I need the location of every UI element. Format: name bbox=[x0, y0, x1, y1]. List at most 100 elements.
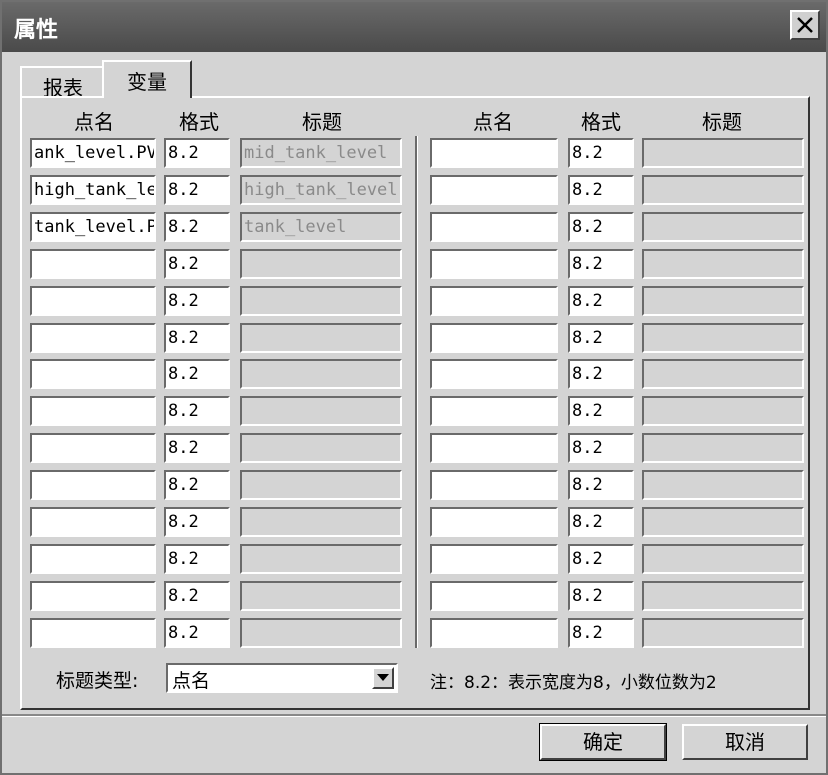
left-format-input[interactable]: 8.2 bbox=[164, 212, 230, 242]
properties-dialog: 属性 报表 变量 点名 格式 标题 点名 格式 标题 ank_level.PV 8… bbox=[0, 0, 828, 775]
right-format-input[interactable]: 8.2 bbox=[568, 175, 634, 205]
right-format-input[interactable]: 8.2 bbox=[568, 433, 634, 463]
right-caption-field bbox=[642, 249, 804, 279]
left-col-format-header: 格式 bbox=[179, 110, 219, 134]
right-point-name-input[interactable] bbox=[430, 618, 558, 648]
close-button[interactable] bbox=[790, 10, 820, 40]
left-caption-field bbox=[240, 396, 402, 426]
cancel-button[interactable]: 取消 bbox=[682, 724, 808, 760]
right-caption-field bbox=[642, 618, 804, 648]
left-point-name-input[interactable] bbox=[30, 323, 156, 353]
window-title: 属性 bbox=[14, 18, 59, 43]
right-point-name-input[interactable] bbox=[430, 359, 558, 389]
left-format-input[interactable]: 8.2 bbox=[164, 323, 230, 353]
right-caption-field bbox=[642, 359, 804, 389]
format-note: 注：8.2：表示宽度为8，小数位数为2 bbox=[430, 673, 717, 693]
left-caption-field bbox=[240, 507, 402, 537]
left-point-name-input[interactable] bbox=[30, 433, 156, 463]
left-caption-field: high_tank_level bbox=[240, 175, 402, 205]
right-point-name-input[interactable] bbox=[430, 470, 558, 500]
right-point-name-input[interactable] bbox=[430, 581, 558, 611]
left-caption-field bbox=[240, 581, 402, 611]
right-caption-field bbox=[642, 507, 804, 537]
left-point-name-input[interactable] bbox=[30, 249, 156, 279]
left-caption-field bbox=[240, 323, 402, 353]
right-format-input[interactable]: 8.2 bbox=[568, 544, 634, 574]
right-point-name-input[interactable] bbox=[430, 544, 558, 574]
right-caption-field bbox=[642, 286, 804, 316]
left-caption-field bbox=[240, 544, 402, 574]
right-format-input[interactable]: 8.2 bbox=[568, 286, 634, 316]
ok-button[interactable]: 确定 bbox=[539, 723, 667, 761]
left-point-name-input[interactable] bbox=[30, 618, 156, 648]
right-format-input[interactable]: 8.2 bbox=[568, 396, 634, 426]
left-format-input[interactable]: 8.2 bbox=[164, 396, 230, 426]
right-format-input[interactable]: 8.2 bbox=[568, 581, 634, 611]
left-caption-field: mid_tank_level bbox=[240, 138, 402, 168]
left-format-input[interactable]: 8.2 bbox=[164, 359, 230, 389]
right-format-input[interactable]: 8.2 bbox=[568, 249, 634, 279]
right-point-name-input[interactable] bbox=[430, 138, 558, 168]
left-point-name-input[interactable]: ank_level.PV bbox=[30, 138, 156, 168]
left-point-name-input[interactable] bbox=[30, 286, 156, 316]
tab-report[interactable]: 报表 bbox=[20, 66, 104, 100]
caption-type-value: 点名 bbox=[172, 670, 211, 692]
left-point-name-input[interactable]: high_tank_le bbox=[30, 175, 156, 205]
left-format-input[interactable]: 8.2 bbox=[164, 138, 230, 168]
right-point-name-input[interactable] bbox=[430, 323, 558, 353]
dropdown-button[interactable] bbox=[372, 667, 394, 689]
right-format-input[interactable]: 8.2 bbox=[568, 138, 634, 168]
right-caption-field bbox=[642, 175, 804, 205]
right-format-input[interactable]: 8.2 bbox=[568, 507, 634, 537]
title-bar[interactable]: 属性 bbox=[2, 2, 826, 52]
left-caption-field: tank_level bbox=[240, 212, 402, 242]
left-format-input[interactable]: 8.2 bbox=[164, 618, 230, 648]
left-caption-field bbox=[240, 286, 402, 316]
right-caption-field bbox=[642, 396, 804, 426]
tab-variables[interactable]: 变量 bbox=[102, 60, 192, 98]
left-format-input[interactable]: 8.2 bbox=[164, 175, 230, 205]
right-format-input[interactable]: 8.2 bbox=[568, 323, 634, 353]
close-icon bbox=[797, 17, 813, 33]
right-point-name-input[interactable] bbox=[430, 396, 558, 426]
left-point-name-input[interactable] bbox=[30, 396, 156, 426]
left-col-caption-header: 标题 bbox=[302, 110, 342, 134]
left-format-input[interactable]: 8.2 bbox=[164, 581, 230, 611]
left-caption-field bbox=[240, 433, 402, 463]
right-point-name-input[interactable] bbox=[430, 286, 558, 316]
caption-type-select[interactable]: 点名 bbox=[166, 663, 398, 693]
left-caption-field bbox=[240, 470, 402, 500]
left-format-input[interactable]: 8.2 bbox=[164, 470, 230, 500]
left-col-point-name-header: 点名 bbox=[74, 110, 114, 134]
right-point-name-input[interactable] bbox=[430, 212, 558, 242]
button-separator bbox=[2, 714, 826, 717]
right-col-format-header: 格式 bbox=[581, 110, 621, 134]
left-point-name-input[interactable] bbox=[30, 470, 156, 500]
right-point-name-input[interactable] bbox=[430, 507, 558, 537]
right-format-input[interactable]: 8.2 bbox=[568, 359, 634, 389]
right-point-name-input[interactable] bbox=[430, 249, 558, 279]
right-caption-field bbox=[642, 138, 804, 168]
right-point-name-input[interactable] bbox=[430, 433, 558, 463]
dropdown-arrow-icon bbox=[377, 674, 389, 681]
left-point-name-input[interactable] bbox=[30, 507, 156, 537]
right-col-point-name-header: 点名 bbox=[473, 110, 513, 134]
left-point-name-input[interactable] bbox=[30, 359, 156, 389]
left-format-input[interactable]: 8.2 bbox=[164, 249, 230, 279]
right-caption-field bbox=[642, 433, 804, 463]
left-format-input[interactable]: 8.2 bbox=[164, 286, 230, 316]
left-format-input[interactable]: 8.2 bbox=[164, 507, 230, 537]
right-format-input[interactable]: 8.2 bbox=[568, 212, 634, 242]
left-caption-field bbox=[240, 359, 402, 389]
right-format-input[interactable]: 8.2 bbox=[568, 618, 634, 648]
left-point-name-input[interactable] bbox=[30, 581, 156, 611]
left-point-name-input[interactable] bbox=[30, 544, 156, 574]
right-point-name-input[interactable] bbox=[430, 175, 558, 205]
left-format-input[interactable]: 8.2 bbox=[164, 433, 230, 463]
left-format-input[interactable]: 8.2 bbox=[164, 544, 230, 574]
left-point-name-input[interactable]: tank_level.P bbox=[30, 212, 156, 242]
right-col-caption-header: 标题 bbox=[702, 110, 742, 134]
column-divider bbox=[415, 136, 418, 648]
right-format-input[interactable]: 8.2 bbox=[568, 470, 634, 500]
right-caption-field bbox=[642, 470, 804, 500]
